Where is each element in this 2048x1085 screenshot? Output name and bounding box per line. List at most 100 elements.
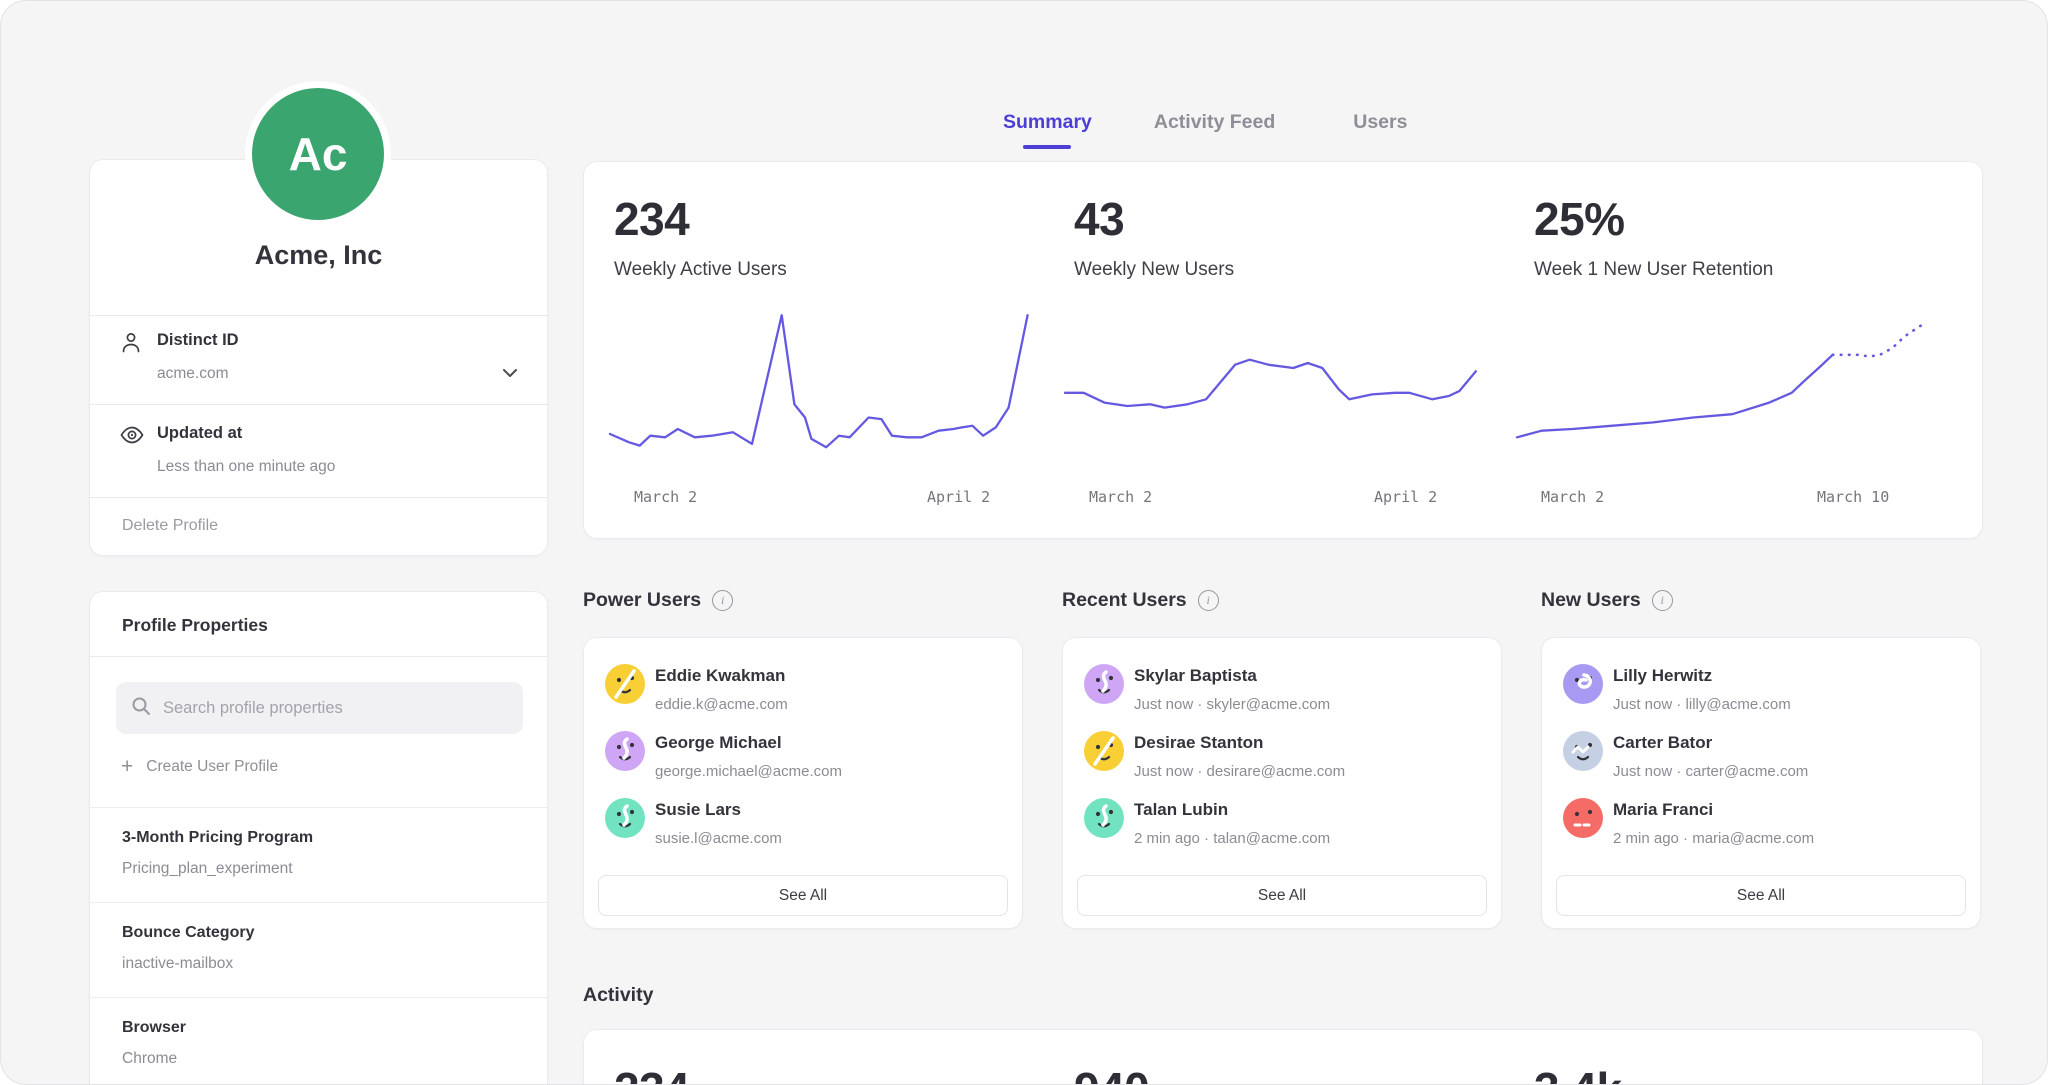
user-avatar <box>1084 798 1124 838</box>
section-recent-users: Recent Users i Skylar Baptista Just now … <box>1062 589 1502 929</box>
stat-value: 25% <box>1534 192 1773 246</box>
profile-properties-search[interactable] <box>116 682 523 734</box>
x-axis-label: March 2 <box>1089 488 1152 506</box>
search-input[interactable] <box>161 698 508 719</box>
user-name: Eddie Kwakman <box>655 666 785 686</box>
profile-properties-list: 3-Month Pricing Program Pricing_plan_exp… <box>90 807 547 1085</box>
stat-label: Weekly Active Users <box>614 259 787 281</box>
power-users-card: Eddie Kwakman eddie.k@acme.com George Mi… <box>583 637 1023 929</box>
user-detail: 2 min ago · maria@acme.com <box>1613 830 1814 847</box>
see-all-button[interactable]: See All <box>598 875 1008 916</box>
user-name: Carter Bator <box>1613 733 1712 753</box>
delete-profile-button[interactable]: Delete Profile <box>122 517 218 535</box>
divider <box>90 404 547 405</box>
stat-value: 43 <box>1074 192 1234 246</box>
user-name: Talan Lubin <box>1134 800 1228 820</box>
stat-label: Weekly New Users <box>1074 259 1234 281</box>
stat-label: Week 1 New User Retention <box>1534 259 1773 281</box>
activity-card: 234 940 3.4k <box>583 1029 1983 1085</box>
create-user-profile-button[interactable]: + Create User Profile <box>121 758 278 776</box>
user-avatar <box>605 664 645 704</box>
user-avatar <box>605 798 645 838</box>
x-axis-label: April 2 <box>1374 488 1437 506</box>
profile-properties-title: Profile Properties <box>122 615 268 636</box>
info-icon[interactable]: i <box>712 590 733 611</box>
x-axis-label: March 2 <box>1541 488 1604 506</box>
section-title: Power Users <box>583 589 701 612</box>
profile-property-row[interactable]: 3-Month Pricing Program Pricing_plan_exp… <box>90 807 547 902</box>
user-avatar <box>1563 664 1603 704</box>
new-users-card: Lilly Herwitz Just now · lilly@acme.com … <box>1541 637 1981 929</box>
see-all-button[interactable]: See All <box>1556 875 1966 916</box>
stat-value: 234 <box>614 192 787 246</box>
activity-stat-value: 3.4k <box>1534 1062 1622 1085</box>
chevron-down-icon[interactable] <box>499 366 521 382</box>
section-new-users: New Users i Lilly Herwitz Just now · lil… <box>1541 589 1981 929</box>
x-axis-label: March 10 <box>1817 488 1889 506</box>
sparkline-weekly-active-users: March 2April 2 <box>610 302 1034 467</box>
profile-property-row[interactable]: Bounce Category inactive-mailbox <box>90 902 547 997</box>
activity-stat-value: 234 <box>614 1062 689 1085</box>
user-avatar <box>1084 664 1124 704</box>
section-title: Recent Users <box>1062 589 1187 612</box>
user-name: Lilly Herwitz <box>1613 666 1712 686</box>
user-detail: 2 min ago · talan@acme.com <box>1134 830 1330 847</box>
property-value: Chrome <box>122 1050 515 1068</box>
user-detail: Just now · skyler@acme.com <box>1134 696 1330 713</box>
user-avatar <box>605 731 645 771</box>
divider <box>90 656 547 657</box>
person-icon <box>119 330 143 356</box>
x-axis-label: April 2 <box>927 488 990 506</box>
property-name: Bounce Category <box>122 924 515 942</box>
tab-users[interactable]: Users <box>1353 111 1407 134</box>
section-title: New Users <box>1541 589 1641 612</box>
plus-icon: + <box>121 758 133 776</box>
stat-weekly-new-users: 43 Weekly New Users <box>1074 192 1234 281</box>
user-detail: susie.l@acme.com <box>655 830 782 847</box>
app-frame: Ac Acme, Inc Distinct ID acme.com Update… <box>0 0 2048 1085</box>
field-label-distinct-id: Distinct ID <box>157 331 239 350</box>
x-axis-label: March 2 <box>634 488 697 506</box>
property-name: Browser <box>122 1019 515 1037</box>
tab-activity-feed[interactable]: Activity Feed <box>1154 111 1275 134</box>
active-tab-underline <box>1023 145 1071 149</box>
recent-users-card: Skylar Baptista Just now · skyler@acme.c… <box>1062 637 1502 929</box>
user-detail: eddie.k@acme.com <box>655 696 788 713</box>
field-value-updated-at: Less than one minute ago <box>157 458 335 476</box>
stat-week-1-new-user-retention: 25% Week 1 New User Retention <box>1534 192 1773 281</box>
user-avatar <box>1084 731 1124 771</box>
user-name: George Michael <box>655 733 782 753</box>
info-icon[interactable]: i <box>1198 590 1219 611</box>
divider <box>90 497 547 498</box>
user-name: Skylar Baptista <box>1134 666 1257 686</box>
summary-card: 234 Weekly Active Users 43 Weekly New Users… <box>583 161 1983 539</box>
user-detail: Just now · lilly@acme.com <box>1613 696 1791 713</box>
company-name: Acme, Inc <box>90 240 547 271</box>
user-detail: Just now · carter@acme.com <box>1613 763 1808 780</box>
tab-summary[interactable]: Summary <box>1003 111 1092 134</box>
info-icon[interactable]: i <box>1652 590 1673 611</box>
divider <box>90 315 547 316</box>
profile-tabs: Summary Activity Feed Users <box>1003 111 1407 134</box>
property-value: inactive-mailbox <box>122 955 515 973</box>
user-name: Maria Franci <box>1613 800 1713 820</box>
user-avatar <box>1563 731 1603 771</box>
user-detail: george.michael@acme.com <box>655 763 842 780</box>
create-user-profile-label: Create User Profile <box>146 758 278 776</box>
eye-icon <box>119 423 143 449</box>
see-all-button[interactable]: See All <box>1077 875 1487 916</box>
user-avatar <box>1563 798 1603 838</box>
stat-weekly-active-users: 234 Weekly Active Users <box>614 192 787 281</box>
user-name: Susie Lars <box>655 800 741 820</box>
section-power-users: Power Users i Eddie Kwakman eddie.k@acme… <box>583 589 1023 929</box>
activity-stat-value: 940 <box>1074 1062 1149 1085</box>
profile-property-row[interactable]: Browser Chrome <box>90 997 547 1085</box>
user-detail: Just now · desirare@acme.com <box>1134 763 1345 780</box>
sparkline-week-1-new-user-retention: March 2March 10 <box>1517 302 1927 467</box>
activity-title: Activity <box>583 984 653 1007</box>
field-value-distinct-id: acme.com <box>157 365 229 383</box>
property-name: 3-Month Pricing Program <box>122 829 515 847</box>
sparkline-weekly-new-users: March 2April 2 <box>1065 302 1480 467</box>
search-icon <box>131 696 151 721</box>
field-label-updated-at: Updated at <box>157 424 242 443</box>
